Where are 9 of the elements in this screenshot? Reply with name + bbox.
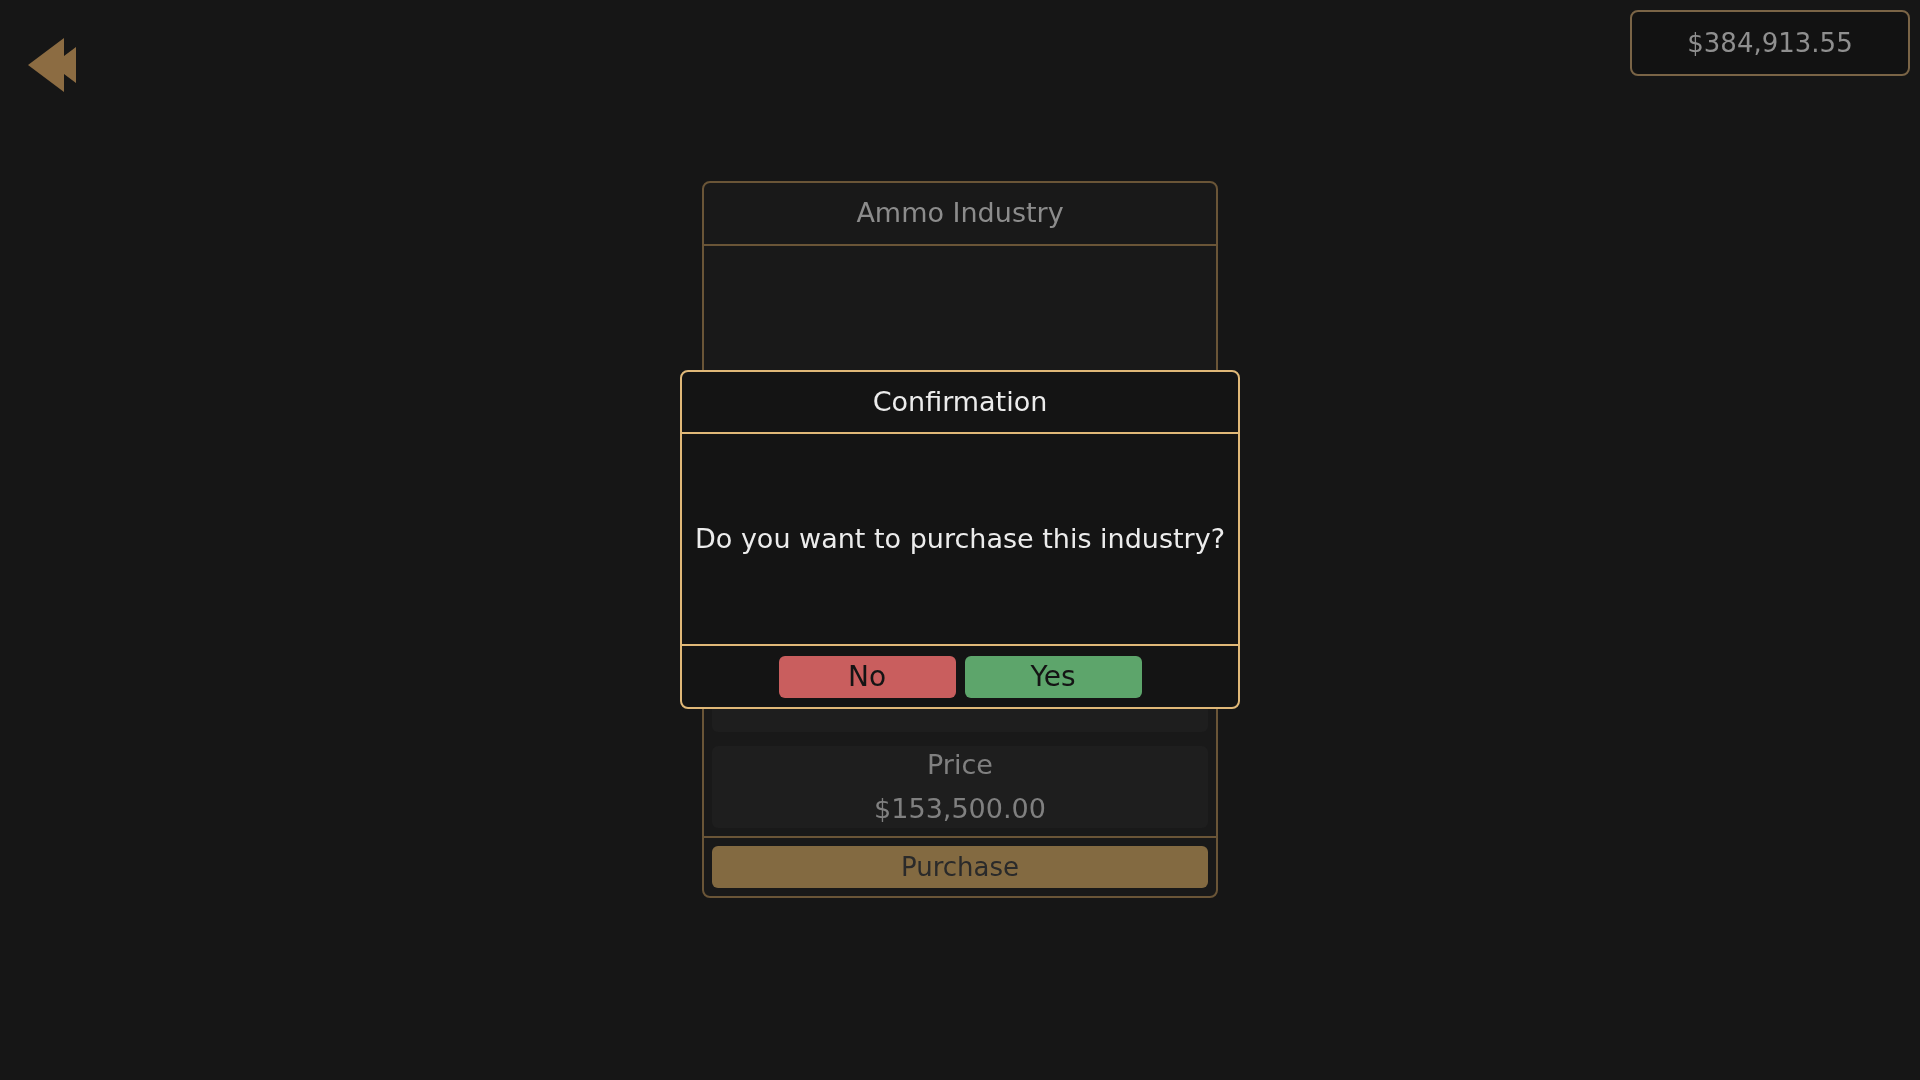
dialog-title: Confirmation [682, 372, 1238, 434]
price-value: $153,500.00 [873, 792, 1047, 826]
panel-title: Ammo Industry [704, 183, 1216, 246]
yes-button[interactable]: Yes [964, 655, 1142, 698]
no-button[interactable]: No [778, 655, 956, 698]
dialog-message: Do you want to purchase this industry? [682, 434, 1238, 646]
price-label: Price [926, 747, 994, 782]
balance-display: $384,913.55 [1630, 10, 1910, 76]
purchase-button[interactable]: Purchase [712, 846, 1208, 888]
